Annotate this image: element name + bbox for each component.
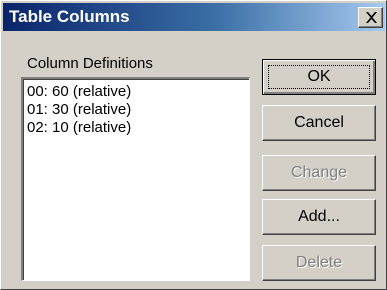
table-columns-dialog: Table Columns Column Definitions 00: 60 … bbox=[0, 0, 387, 290]
window-title: Table Columns bbox=[9, 7, 130, 26]
ok-button-label: OK bbox=[307, 68, 331, 85]
add-button-label: Add... bbox=[298, 208, 340, 225]
add-button[interactable]: Add... bbox=[262, 199, 376, 235]
close-icon bbox=[366, 12, 377, 23]
delete-button[interactable]: Delete bbox=[262, 245, 376, 281]
title-bar[interactable]: Table Columns bbox=[3, 3, 385, 31]
change-button-label: Change bbox=[290, 164, 348, 181]
delete-button-label: Delete bbox=[295, 254, 343, 271]
ok-button[interactable]: OK bbox=[262, 59, 376, 95]
close-button[interactable] bbox=[358, 7, 383, 28]
cancel-button-label: Cancel bbox=[294, 114, 344, 131]
change-button[interactable]: Change bbox=[262, 155, 376, 191]
column-definitions-list[interactable]: 00: 60 (relative) 01: 30 (relative) 02: … bbox=[21, 77, 250, 281]
list-item[interactable]: 01: 30 (relative) bbox=[24, 101, 131, 119]
list-item[interactable]: 02: 10 (relative) bbox=[24, 119, 131, 137]
cancel-button[interactable]: Cancel bbox=[262, 105, 376, 141]
column-definitions-label: Column Definitions bbox=[27, 55, 153, 72]
list-item[interactable]: 00: 60 (relative) bbox=[24, 83, 131, 101]
